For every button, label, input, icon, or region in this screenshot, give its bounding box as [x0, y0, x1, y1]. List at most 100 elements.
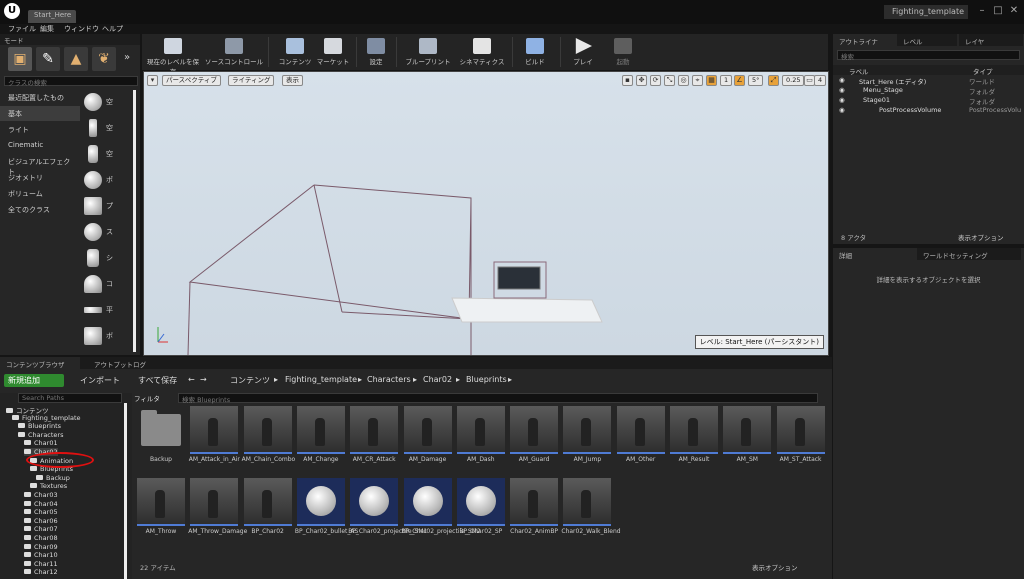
outliner-row[interactable]: ◉ Menu_Stage フォルダ — [833, 86, 1024, 96]
asset-tile[interactable]: BP_Char02_projectile_SM2 — [402, 478, 481, 550]
maximize-icon[interactable]: □ — [992, 5, 1004, 17]
breadcrumb-item[interactable]: Characters — [367, 375, 411, 384]
asset-tile[interactable]: AM_Jump — [563, 406, 612, 478]
asset-tile[interactable]: BP_Char02_bullet_AS — [295, 478, 358, 550]
source-control-button[interactable]: ソースコントロール — [204, 34, 264, 70]
launch-button[interactable]: 起動 — [606, 34, 640, 70]
asset-tile[interactable]: BP_Char02 — [243, 478, 292, 550]
tree-folder-item[interactable]: Char07 — [24, 525, 58, 533]
asset-tile[interactable]: AM_Other — [616, 406, 665, 478]
place-mode-icon[interactable]: ▣ — [8, 47, 32, 71]
add-new-button[interactable]: 新規追加 — [4, 374, 64, 387]
tree-folder-item[interactable]: Char05 — [24, 508, 58, 516]
tree-folder-item[interactable]: Char08 — [24, 534, 58, 542]
eye-icon[interactable]: ◉ — [839, 106, 845, 114]
menu-edit[interactable]: 編集 — [40, 24, 54, 34]
asset-tile[interactable]: AM_Result — [670, 406, 718, 478]
tab-world-settings[interactable]: ワールドセッティング — [917, 248, 1021, 260]
tree-folder-item[interactable]: Backup — [36, 474, 70, 482]
paint-mode-icon[interactable]: ✎ — [36, 47, 60, 71]
menu-file[interactable]: ファイル — [8, 24, 36, 34]
class-search-input[interactable]: クラスの検索 — [4, 76, 138, 87]
tree-folder-item[interactable]: Char03 — [24, 491, 58, 499]
category-volumes[interactable]: ボリューム — [0, 186, 80, 201]
settings-button[interactable]: 設定 — [362, 34, 390, 70]
asset-tile[interactable]: AM_Guard — [510, 406, 559, 478]
place-item[interactable]: シ — [82, 247, 130, 269]
asset-tile[interactable]: Char02_Walk_Blend — [561, 478, 621, 550]
more-modes-icon[interactable]: » — [124, 52, 130, 63]
minimize-icon[interactable]: – — [976, 5, 988, 17]
tree-folder-item[interactable]: Char04 — [24, 500, 58, 508]
outliner-view-options[interactable]: 表示オプション — [958, 232, 1004, 242]
tree-folder-item[interactable]: Char09 — [24, 543, 58, 551]
menu-window[interactable]: ウィンドウ — [64, 24, 99, 34]
save-level-button[interactable]: 現在のレベルを保存 — [144, 34, 202, 76]
breadcrumb-item[interactable]: コンテンツ — [230, 375, 270, 386]
tab-output-log[interactable]: アウトプットログ — [88, 357, 158, 369]
tree-folder-item[interactable]: Char10 — [24, 551, 58, 559]
category-visual-effects[interactable]: ビジュアルエフェクト — [0, 154, 80, 176]
tab-layers[interactable]: レイヤ — [959, 34, 1023, 46]
category-all-classes[interactable]: 全てのクラス — [0, 202, 80, 217]
tree-folder-item[interactable]: Fighting_template — [12, 414, 81, 422]
tree-folder-item[interactable]: Char11 — [24, 560, 58, 568]
category-lights[interactable]: ライト — [0, 122, 80, 137]
tree-search-input[interactable]: Search Paths — [18, 393, 122, 403]
breadcrumb-item[interactable]: Blueprints — [466, 375, 507, 384]
tree-folder-item[interactable]: Char12 — [24, 568, 58, 576]
tree-scrollbar[interactable] — [124, 403, 127, 579]
asset-tile[interactable]: BP_Char02_projectile_SM1 — [348, 478, 427, 550]
asset-tile[interactable]: AM_Damage — [403, 406, 452, 478]
level-viewport[interactable]: ▾ パースペクティブ ライティング 表示 ▪ ✥ ⟳ ⤡ ◎ ⌖ ▦ 1 ∠ 5… — [143, 71, 829, 356]
place-item[interactable]: 空 — [82, 143, 130, 165]
modes-scrollbar[interactable] — [133, 90, 136, 352]
cinematics-button[interactable]: シネマティクス — [458, 34, 506, 70]
asset-tile[interactable]: AM_Throw_Damage — [188, 478, 247, 550]
place-item[interactable]: 空 — [82, 117, 130, 139]
outliner-row[interactable]: ◉ PostProcessVolume PostProcessVolu — [833, 106, 1024, 115]
place-item[interactable]: プ — [82, 195, 130, 217]
filters-button[interactable]: フィルタ — [134, 393, 160, 403]
save-all-button[interactable]: すべて保存 — [138, 375, 177, 386]
category-basic[interactable]: 基本 — [0, 106, 80, 121]
outliner-row[interactable]: ◉ Start_Here (エディタ) ワールド — [833, 76, 1024, 86]
place-item[interactable]: コ — [82, 273, 130, 295]
tree-folder-item[interactable]: Characters — [18, 431, 63, 439]
col-type[interactable]: タイプ — [973, 66, 993, 76]
asset-tile[interactable]: AM_ST_Attack — [776, 406, 825, 478]
landscape-mode-icon[interactable]: ▲ — [64, 47, 88, 71]
place-item[interactable]: ス — [82, 221, 130, 243]
play-button[interactable]: プレイ — [566, 34, 600, 70]
category-geometry[interactable]: ジオメトリ — [0, 170, 80, 185]
asset-search-input[interactable]: 検索 Blueprints — [178, 393, 818, 404]
breadcrumb-item[interactable]: Fighting_template — [285, 375, 357, 384]
asset-tile[interactable]: AM_SM — [723, 406, 772, 478]
foliage-mode-icon[interactable]: ❦ — [92, 47, 116, 71]
place-item[interactable]: ポ — [82, 169, 130, 191]
menu-help[interactable]: ヘルプ — [102, 24, 123, 34]
content-view-options[interactable]: 表示オプション — [752, 562, 798, 572]
tree-folder-item[interactable]: コンテンツ — [6, 405, 49, 415]
build-button[interactable]: ビルド — [518, 34, 552, 70]
forward-icon[interactable]: → — [200, 375, 207, 384]
place-item[interactable]: 平 — [82, 299, 130, 321]
asset-tile[interactable]: Char02_AnimBP — [510, 478, 559, 550]
asset-tile[interactable]: AM_Attack_in_Air — [189, 406, 240, 478]
category-cinematic[interactable]: Cinematic — [0, 138, 80, 153]
back-icon[interactable]: ← — [188, 375, 195, 384]
eye-icon[interactable]: ◉ — [839, 76, 845, 84]
content-button[interactable]: コンテンツ — [278, 34, 312, 70]
asset-tile[interactable]: Backup — [137, 406, 185, 478]
close-icon[interactable]: ✕ — [1008, 5, 1020, 17]
tab-levels[interactable]: レベル — [897, 34, 957, 46]
tree-folder-item[interactable]: Char01 — [24, 439, 58, 447]
outliner-row[interactable]: ◉ Stage01 フォルダ — [833, 96, 1024, 106]
asset-tile[interactable]: AM_Dash — [456, 406, 505, 478]
place-item[interactable]: 空 — [82, 91, 130, 113]
eye-icon[interactable]: ◉ — [839, 86, 845, 94]
tree-folder-item[interactable]: Blueprints — [18, 422, 61, 430]
col-label[interactable]: ラベル — [849, 66, 869, 76]
outliner-search-input[interactable]: 検索 — [837, 50, 1020, 61]
asset-tile[interactable]: BP_Char02_SP — [456, 478, 505, 550]
